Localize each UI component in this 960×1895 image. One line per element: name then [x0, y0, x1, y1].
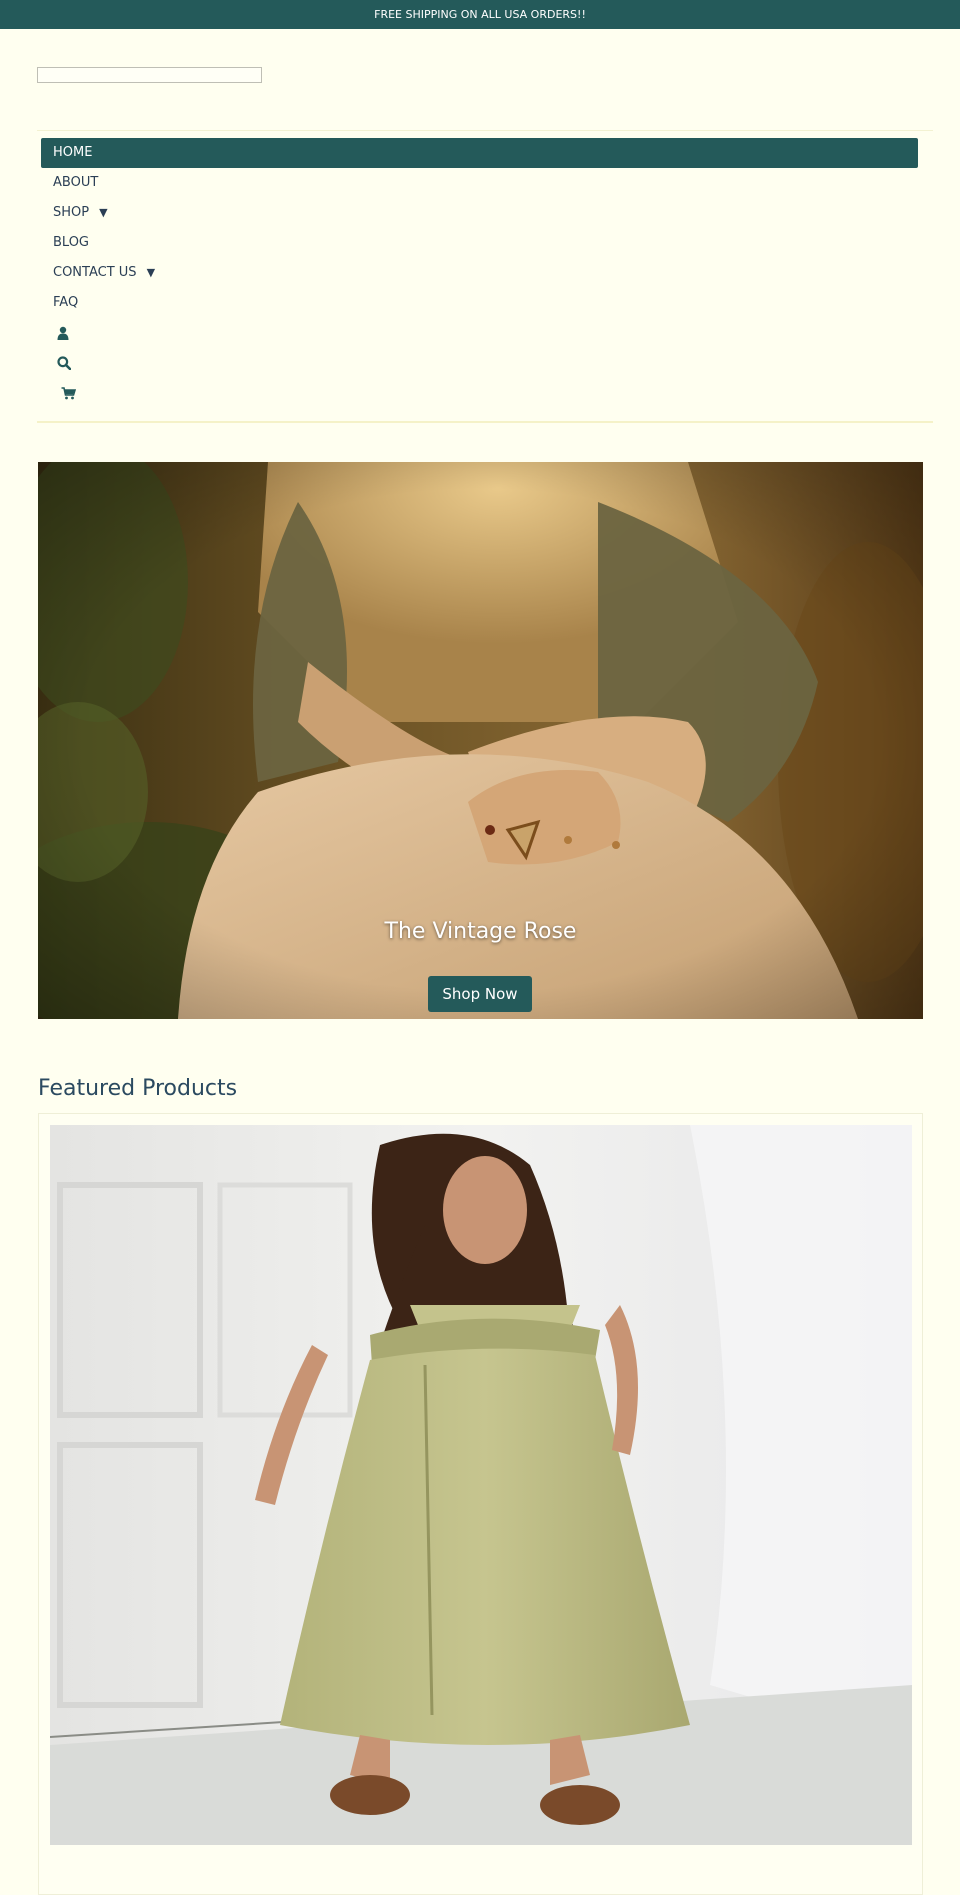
- featured-products-title: Featured Products: [38, 1076, 238, 1101]
- nav-item-label: SHOP: [53, 205, 90, 220]
- nav-item-label: HOME: [53, 145, 93, 160]
- cart-link[interactable]: [41, 378, 918, 408]
- cart-icon: [61, 387, 76, 400]
- hero-banner: The Vintage Rose Shop Now: [38, 462, 923, 1019]
- announcement-text: FREE SHIPPING ON ALL USA ORDERS!!: [374, 8, 586, 21]
- nav-item-shop[interactable]: SHOP ▼: [41, 198, 918, 228]
- shop-now-button[interactable]: Shop Now: [428, 976, 532, 1012]
- search-icon: [57, 356, 71, 370]
- nav-item-label: BLOG: [53, 235, 90, 250]
- product-card[interactable]: [38, 1113, 923, 1895]
- nav-item-label: ABOUT: [53, 175, 99, 190]
- nav-item-blog[interactable]: BLOG: [41, 228, 918, 258]
- hero-title: The Vintage Rose: [384, 919, 577, 944]
- chevron-down-icon: ▼: [146, 266, 156, 279]
- main-navigation: HOME ABOUT SHOP ▼ BLOG CONTACT US ▼ FAQ: [37, 130, 933, 423]
- nav-item-label: FAQ: [53, 295, 79, 310]
- chevron-down-icon: ▼: [99, 206, 108, 219]
- nav-item-faq[interactable]: FAQ: [41, 288, 918, 318]
- product-image[interactable]: [50, 1125, 912, 1845]
- account-link[interactable]: [41, 318, 918, 348]
- store-logo[interactable]: [37, 67, 262, 83]
- announcement-bar: FREE SHIPPING ON ALL USA ORDERS!!: [0, 0, 960, 29]
- nav-item-home[interactable]: HOME: [41, 138, 918, 168]
- search-link[interactable]: [41, 348, 918, 378]
- nav-item-contact[interactable]: CONTACT US ▼: [41, 258, 918, 288]
- nav-item-label: CONTACT US: [53, 265, 137, 280]
- product-photo: [50, 1125, 912, 1845]
- user-icon: [57, 326, 69, 340]
- nav-item-about[interactable]: ABOUT: [41, 168, 918, 198]
